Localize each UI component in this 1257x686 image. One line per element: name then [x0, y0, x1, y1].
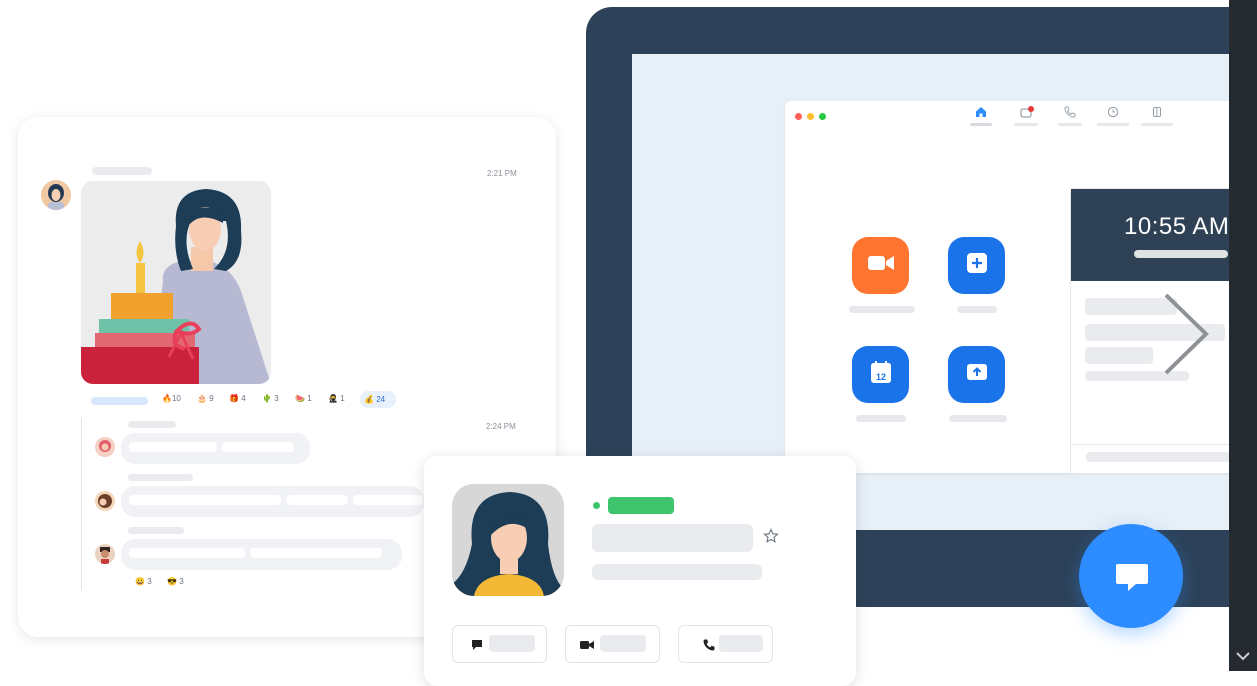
- share-screen-label: [949, 415, 1007, 422]
- cool-icon: 😎: [167, 577, 177, 586]
- reaction-bar: [91, 397, 148, 405]
- profile-phone-button[interactable]: [678, 625, 773, 663]
- nav-contacts-label: [1141, 123, 1173, 126]
- bubble-text-bar: [250, 548, 382, 558]
- reply-sender-bar: [128, 421, 176, 428]
- button-label-bar: [489, 635, 535, 652]
- page-scrollbar[interactable]: [1229, 0, 1257, 671]
- chevron-down-icon[interactable]: [1236, 648, 1250, 666]
- reaction-grin[interactable]: 😀 3: [135, 577, 152, 586]
- clock-time: 10:55 AM: [1124, 213, 1230, 240]
- ninja-icon: 🥷: [328, 394, 338, 403]
- video-icon: [867, 254, 895, 277]
- money-bag-icon: 💰: [364, 395, 374, 404]
- reaction-cactus[interactable]: 🌵 3: [262, 394, 279, 403]
- birthday-image[interactable]: [81, 181, 271, 384]
- bubble-text-bar: [129, 442, 217, 452]
- chevron-right-icon[interactable]: [1160, 291, 1212, 382]
- calendar-day-text: 12: [875, 372, 885, 382]
- reaction-cool[interactable]: 😎 3: [167, 577, 184, 586]
- reaction-ninja[interactable]: 🥷 1: [328, 394, 345, 403]
- reaction-cake[interactable]: 🎂 9: [197, 394, 214, 403]
- profile-chat-button[interactable]: [452, 625, 547, 663]
- bubble-text-bar: [129, 548, 245, 558]
- reaction-gift[interactable]: 🎁 4: [229, 394, 246, 403]
- clock-icon[interactable]: [1105, 106, 1121, 120]
- watermelon-icon: 🍉: [295, 394, 305, 403]
- status-badge: [608, 497, 674, 514]
- meeting-detail-bar-2: [1085, 347, 1153, 364]
- new-meeting-button[interactable]: [852, 237, 909, 294]
- nav-home-label: [970, 123, 992, 126]
- fire-icon: 🔥: [162, 394, 172, 403]
- button-label-bar: [719, 635, 763, 652]
- reaction-watermelon[interactable]: 🍉 1: [295, 394, 312, 403]
- join-label: [957, 306, 997, 313]
- reply-sender-bar: [128, 527, 184, 534]
- minimize-window-dot[interactable]: [807, 113, 814, 120]
- new-meeting-label: [849, 306, 915, 313]
- profile-video-button[interactable]: [565, 625, 660, 663]
- reaction-money-bag[interactable]: 💰 24: [364, 395, 385, 404]
- clock-date-bar: [1134, 250, 1228, 258]
- bubble-text-bar: [353, 495, 423, 505]
- button-label-bar: [600, 635, 646, 652]
- plus-icon: [966, 252, 988, 279]
- phone-icon[interactable]: [1062, 106, 1078, 120]
- chat-icon: [471, 638, 483, 656]
- share-screen-button[interactable]: [948, 346, 1005, 403]
- bubble-text-bar: [222, 442, 294, 452]
- avatar[interactable]: [41, 180, 71, 210]
- close-window-dot[interactable]: [795, 113, 802, 120]
- bubble-text-bar: [129, 495, 281, 505]
- bubble-text-bar: [286, 495, 348, 505]
- profile-name-bar: [592, 524, 753, 552]
- online-status-dot: [593, 502, 600, 509]
- share-icon: [966, 361, 988, 388]
- contacts-icon[interactable]: [1149, 106, 1165, 120]
- home-icon[interactable]: [973, 106, 989, 120]
- nav-meetings-label: [1097, 123, 1129, 126]
- chat-icon[interactable]: [1019, 106, 1035, 120]
- reply-timestamp: 2:24 PM: [486, 422, 516, 431]
- reaction-fire[interactable]: 🔥10: [162, 394, 181, 403]
- schedule-label: [856, 415, 906, 422]
- cake-icon: 🎂: [197, 394, 207, 403]
- thread-line: [81, 418, 82, 590]
- profile-photo[interactable]: [452, 484, 564, 596]
- cactus-icon: 🌵: [262, 394, 272, 403]
- maximize-window-dot[interactable]: [819, 113, 826, 120]
- nav-phone-label: [1058, 123, 1082, 126]
- star-icon[interactable]: [763, 528, 779, 549]
- schedule-button[interactable]: 12: [852, 346, 909, 403]
- chat-button[interactable]: [1079, 524, 1183, 628]
- profile-title-bar: [592, 564, 762, 580]
- join-button[interactable]: [948, 237, 1005, 294]
- nav-chat-label: [1014, 123, 1038, 126]
- grin-icon: 😀: [135, 577, 145, 586]
- calendar-icon: 12: [870, 360, 892, 389]
- phone-icon: [703, 638, 715, 656]
- reply-sender-bar: [128, 474, 193, 481]
- sender-name-bar: [92, 167, 152, 175]
- message-timestamp: 2:21 PM: [487, 169, 517, 178]
- video-icon: [580, 638, 594, 656]
- chat-bubble-icon: [1115, 560, 1149, 599]
- gift-icon: 🎁: [229, 394, 239, 403]
- avatar[interactable]: [95, 544, 115, 564]
- card-footer-bar: [1086, 452, 1236, 462]
- avatar[interactable]: [95, 491, 115, 511]
- avatar[interactable]: [95, 437, 115, 457]
